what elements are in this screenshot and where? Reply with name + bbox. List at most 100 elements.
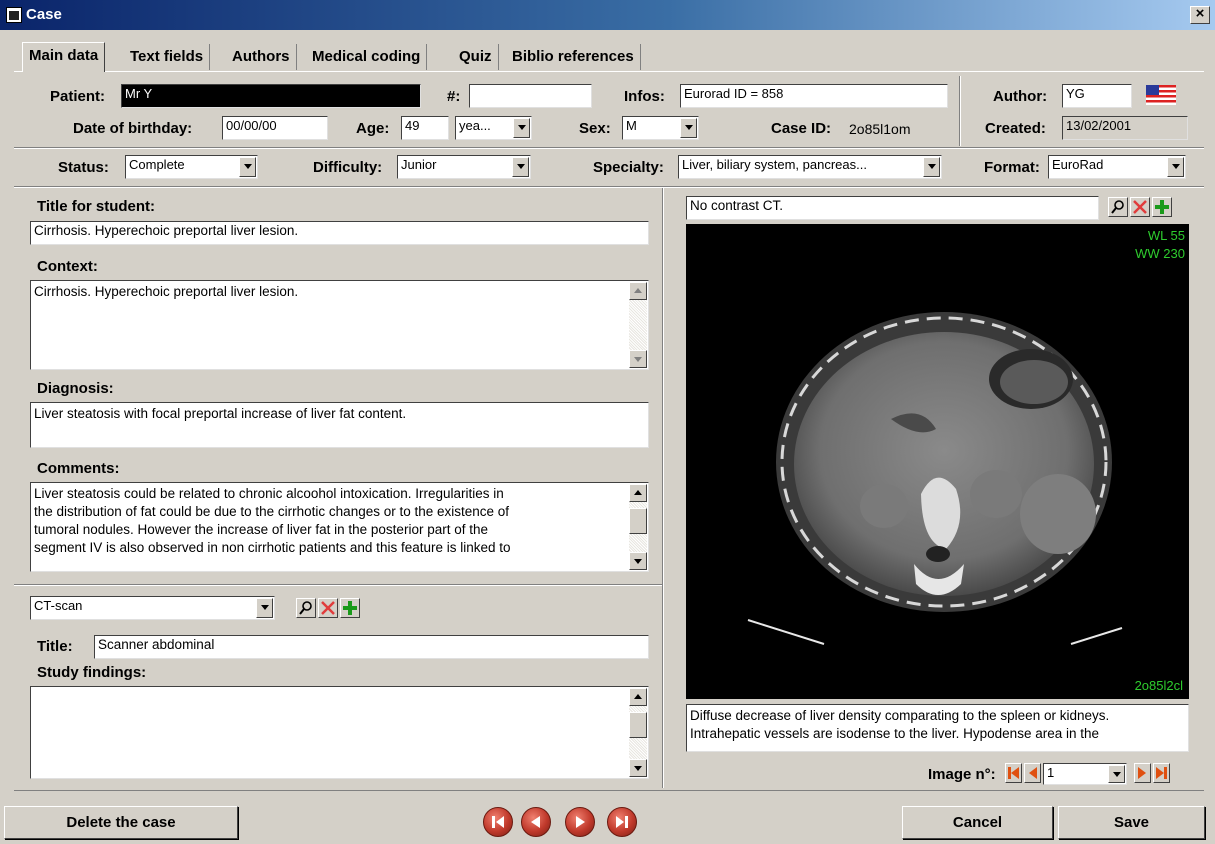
- last-case-button[interactable]: [607, 807, 637, 837]
- age-field[interactable]: 49: [401, 116, 449, 140]
- chevron-down-icon[interactable]: [513, 118, 530, 138]
- tab-text-fields[interactable]: Text fields: [124, 44, 211, 70]
- comments-scrollbar[interactable]: [629, 484, 647, 570]
- author-label: Author:: [993, 88, 1048, 105]
- infos-field[interactable]: Eurorad ID = 858: [680, 84, 948, 108]
- study-type-select[interactable]: CT-scan: [30, 596, 275, 620]
- red-x-icon[interactable]: [1130, 197, 1150, 217]
- scroll-up-button[interactable]: [629, 688, 647, 706]
- specialty-select[interactable]: Liver, biliary system, pancreas...: [678, 155, 942, 179]
- sex-select[interactable]: M: [622, 116, 699, 140]
- first-icon: [1008, 767, 1019, 779]
- title-for-student-field[interactable]: Cirrhosis. Hyperechoic preportal liver l…: [30, 221, 649, 245]
- first-case-button[interactable]: [483, 807, 513, 837]
- comments-line: the distribution of fat could be due to …: [34, 504, 510, 519]
- specialty-value: Liver, biliary system, pancreas...: [682, 157, 867, 172]
- tab-divider: [14, 71, 1204, 72]
- caseid-label: Case ID:: [771, 120, 832, 137]
- author-field[interactable]: YG: [1062, 84, 1132, 108]
- tab-biblio-references[interactable]: Biblio references: [506, 44, 641, 70]
- difficulty-label: Difficulty:: [313, 159, 383, 176]
- tab-medical-coding[interactable]: Medical coding: [306, 44, 428, 70]
- image-description-textarea[interactable]: Diffuse decrease of liver density compar…: [686, 704, 1189, 752]
- next-icon: [1138, 767, 1146, 779]
- status-select[interactable]: Complete: [125, 155, 258, 179]
- scroll-up-button[interactable]: [629, 484, 647, 502]
- chevron-down-icon[interactable]: [1108, 765, 1125, 783]
- image-number-value: 1: [1047, 765, 1055, 780]
- description-line: Intrahepatic vessels are isodense to the…: [690, 726, 1099, 741]
- previous-image-button[interactable]: [1024, 763, 1041, 783]
- difficulty-select[interactable]: Junior: [397, 155, 531, 179]
- ct-image[interactable]: WL 55 WW 230 2o85l2cl: [686, 224, 1189, 699]
- us-flag-icon[interactable]: [1146, 85, 1176, 105]
- diagnosis-textarea[interactable]: Liver steatosis with focal preportal inc…: [30, 402, 649, 448]
- format-label: Format:: [984, 159, 1040, 176]
- first-image-button[interactable]: [1005, 763, 1022, 783]
- chevron-down-icon[interactable]: [923, 157, 940, 177]
- image-number-label: Image n°:: [928, 766, 996, 783]
- chevron-down-icon[interactable]: [239, 157, 256, 177]
- magnifier-icon[interactable]: [1108, 197, 1128, 217]
- window-width-label: WW 230: [1135, 246, 1185, 261]
- number-field[interactable]: [469, 84, 592, 108]
- image-caption-field[interactable]: No contrast CT.: [686, 196, 1099, 220]
- context-text: Cirrhosis. Hyperechoic preportal liver l…: [34, 284, 299, 299]
- green-plus-icon[interactable]: [1152, 197, 1172, 217]
- column-divider-light: [663, 188, 664, 788]
- app-icon: [6, 7, 22, 23]
- patient-field[interactable]: Mr Y: [121, 84, 421, 108]
- scroll-up-button[interactable]: [629, 282, 647, 300]
- study-findings-textarea[interactable]: [30, 686, 649, 779]
- dob-label: Date of birthday:: [73, 120, 193, 137]
- dob-field[interactable]: 00/00/00: [222, 116, 328, 140]
- age-unit-select[interactable]: yea...: [455, 116, 532, 140]
- scroll-down-button[interactable]: [629, 552, 647, 570]
- last-image-button[interactable]: [1153, 763, 1170, 783]
- study-title-field[interactable]: Scanner abdominal: [94, 635, 649, 659]
- red-x-icon[interactable]: [318, 598, 338, 618]
- chevron-down-icon[interactable]: [512, 157, 529, 177]
- comments-textarea[interactable]: Liver steatosis could be related to chro…: [30, 482, 649, 572]
- chevron-down-icon[interactable]: [1167, 157, 1184, 177]
- image-id-label: 2o85l2cl: [1134, 678, 1183, 693]
- next-image-button[interactable]: [1134, 763, 1151, 783]
- chevron-down-icon[interactable]: [256, 598, 273, 618]
- tab-authors[interactable]: Authors: [226, 44, 297, 70]
- previous-case-button[interactable]: [521, 807, 551, 837]
- last-icon: [616, 816, 628, 828]
- save-button[interactable]: Save: [1058, 806, 1205, 839]
- findings-scrollbar[interactable]: [629, 688, 647, 777]
- last-icon: [1156, 767, 1167, 779]
- cancel-button[interactable]: Cancel: [902, 806, 1053, 839]
- age-label: Age:: [356, 120, 390, 137]
- footer-divider: [14, 790, 1204, 791]
- magnifier-icon[interactable]: [296, 598, 316, 618]
- context-label: Context:: [37, 258, 98, 275]
- close-button[interactable]: ×: [1190, 6, 1210, 24]
- first-icon: [492, 816, 504, 828]
- context-scrollbar[interactable]: [629, 282, 647, 368]
- tab-main-data[interactable]: Main data: [22, 42, 106, 72]
- scroll-down-button[interactable]: [629, 759, 647, 777]
- format-select[interactable]: EuroRad: [1048, 155, 1186, 179]
- chevron-down-icon[interactable]: [680, 118, 697, 138]
- scroll-down-button[interactable]: [629, 350, 647, 368]
- header-separator-light: [960, 76, 961, 146]
- image-number-select[interactable]: 1: [1043, 763, 1127, 785]
- scroll-thumb[interactable]: [629, 712, 647, 738]
- header-divider-light: [14, 148, 1204, 149]
- green-plus-icon[interactable]: [340, 598, 360, 618]
- title-bar: Case ×: [0, 0, 1215, 30]
- created-field: 13/02/2001: [1062, 116, 1188, 140]
- status-value: Complete: [129, 157, 185, 172]
- comments-line: tumoral nodules. However the increase of…: [34, 522, 488, 537]
- context-textarea[interactable]: Cirrhosis. Hyperechoic preportal liver l…: [30, 280, 649, 370]
- comments-line: segment IV is also observed in non cirrh…: [34, 540, 511, 555]
- diagnosis-text: Liver steatosis with focal preportal inc…: [34, 406, 407, 421]
- next-case-button[interactable]: [565, 807, 595, 837]
- scroll-thumb[interactable]: [629, 508, 647, 534]
- delete-case-button[interactable]: Delete the case: [4, 806, 238, 839]
- sex-label: Sex:: [579, 120, 611, 137]
- tab-quiz[interactable]: Quiz: [453, 44, 499, 70]
